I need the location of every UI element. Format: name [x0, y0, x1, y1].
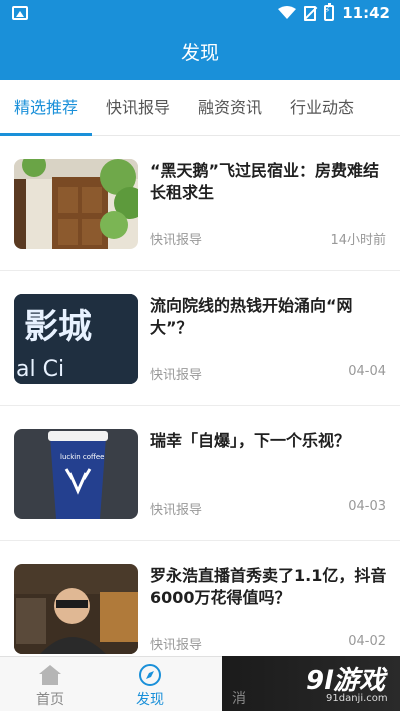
status-bar: 11:42 [0, 0, 400, 26]
news-time: 14小时前 [330, 233, 386, 248]
home-icon [39, 665, 61, 685]
news-thumbnail-door [14, 159, 138, 249]
category-tabs: 精选推荐 快讯报导 融资资讯 行业动态 [0, 80, 400, 136]
page-title: 发现 [0, 26, 400, 80]
news-time: 04-03 [348, 499, 386, 514]
news-time: 04-04 [348, 364, 386, 379]
news-source: 快讯报导 [150, 503, 203, 518]
nav-home-label: 首页 [36, 692, 64, 708]
site-watermark: 消 9l游戏 91danji.com [222, 656, 400, 711]
nav-home[interactable]: 首页 [10, 657, 90, 711]
news-title: 罗永浩直播首秀卖了1.1亿，抖音6000万花得值吗？ [150, 566, 387, 607]
nav-messages-label[interactable]: 消 [232, 688, 246, 708]
news-thumbnail-cinema-sign: 影城 al Ci [14, 294, 138, 384]
news-source: 快讯报导 [150, 638, 203, 653]
news-item[interactable]: luckin coffee 瑞幸「自爆」，下一个乐视？ 快讯报导 04-03 [0, 406, 400, 541]
gallery-notification-icon [12, 6, 28, 20]
news-time: 04-02 [348, 634, 386, 649]
cinema-sign-text: 影城 [24, 307, 92, 347]
news-item[interactable]: 影城 al Ci 流向院线的热钱开始涌向“网大”？ 快讯报导 04-04 [0, 271, 400, 406]
no-sim-icon [304, 5, 317, 21]
news-item[interactable]: “黑天鹅”飞过民宿业：房费难结 长租求生 快讯报导 14小时前 [0, 136, 400, 271]
news-title: 流向院线的热钱开始涌向“网大”？ [150, 296, 353, 337]
clock: 11:42 [342, 4, 390, 22]
news-thumbnail-livestream [14, 564, 138, 654]
compass-icon [139, 664, 161, 686]
news-source: 快讯报导 [150, 233, 203, 248]
tab-flash-news[interactable]: 快讯报导 [92, 80, 184, 136]
cup-brand-text: luckin coffee [60, 453, 104, 461]
watermark-logo: 9l游戏 [306, 666, 386, 696]
tab-industry-updates[interactable]: 行业动态 [276, 80, 368, 136]
tab-featured[interactable]: 精选推荐 [0, 80, 92, 136]
news-title: “黑天鹅”飞过民宿业：房费难结 长租求生 [150, 161, 380, 202]
wifi-icon [278, 6, 297, 19]
nav-discover-label: 发现 [136, 692, 164, 708]
nav-discover[interactable]: 发现 [110, 657, 190, 711]
cinema-sign-subtext: al Ci [16, 357, 64, 382]
news-title: 瑞幸「自爆」，下一个乐视？ [150, 431, 351, 450]
news-source: 快讯报导 [150, 368, 203, 383]
tab-financing-news[interactable]: 融资资讯 [184, 80, 276, 136]
status-icons: 11:42 [278, 3, 390, 22]
battery-charging-icon [324, 3, 335, 21]
news-thumbnail-coffee-cup: luckin coffee [14, 429, 138, 519]
watermark-url: 91danji.com [326, 693, 388, 704]
